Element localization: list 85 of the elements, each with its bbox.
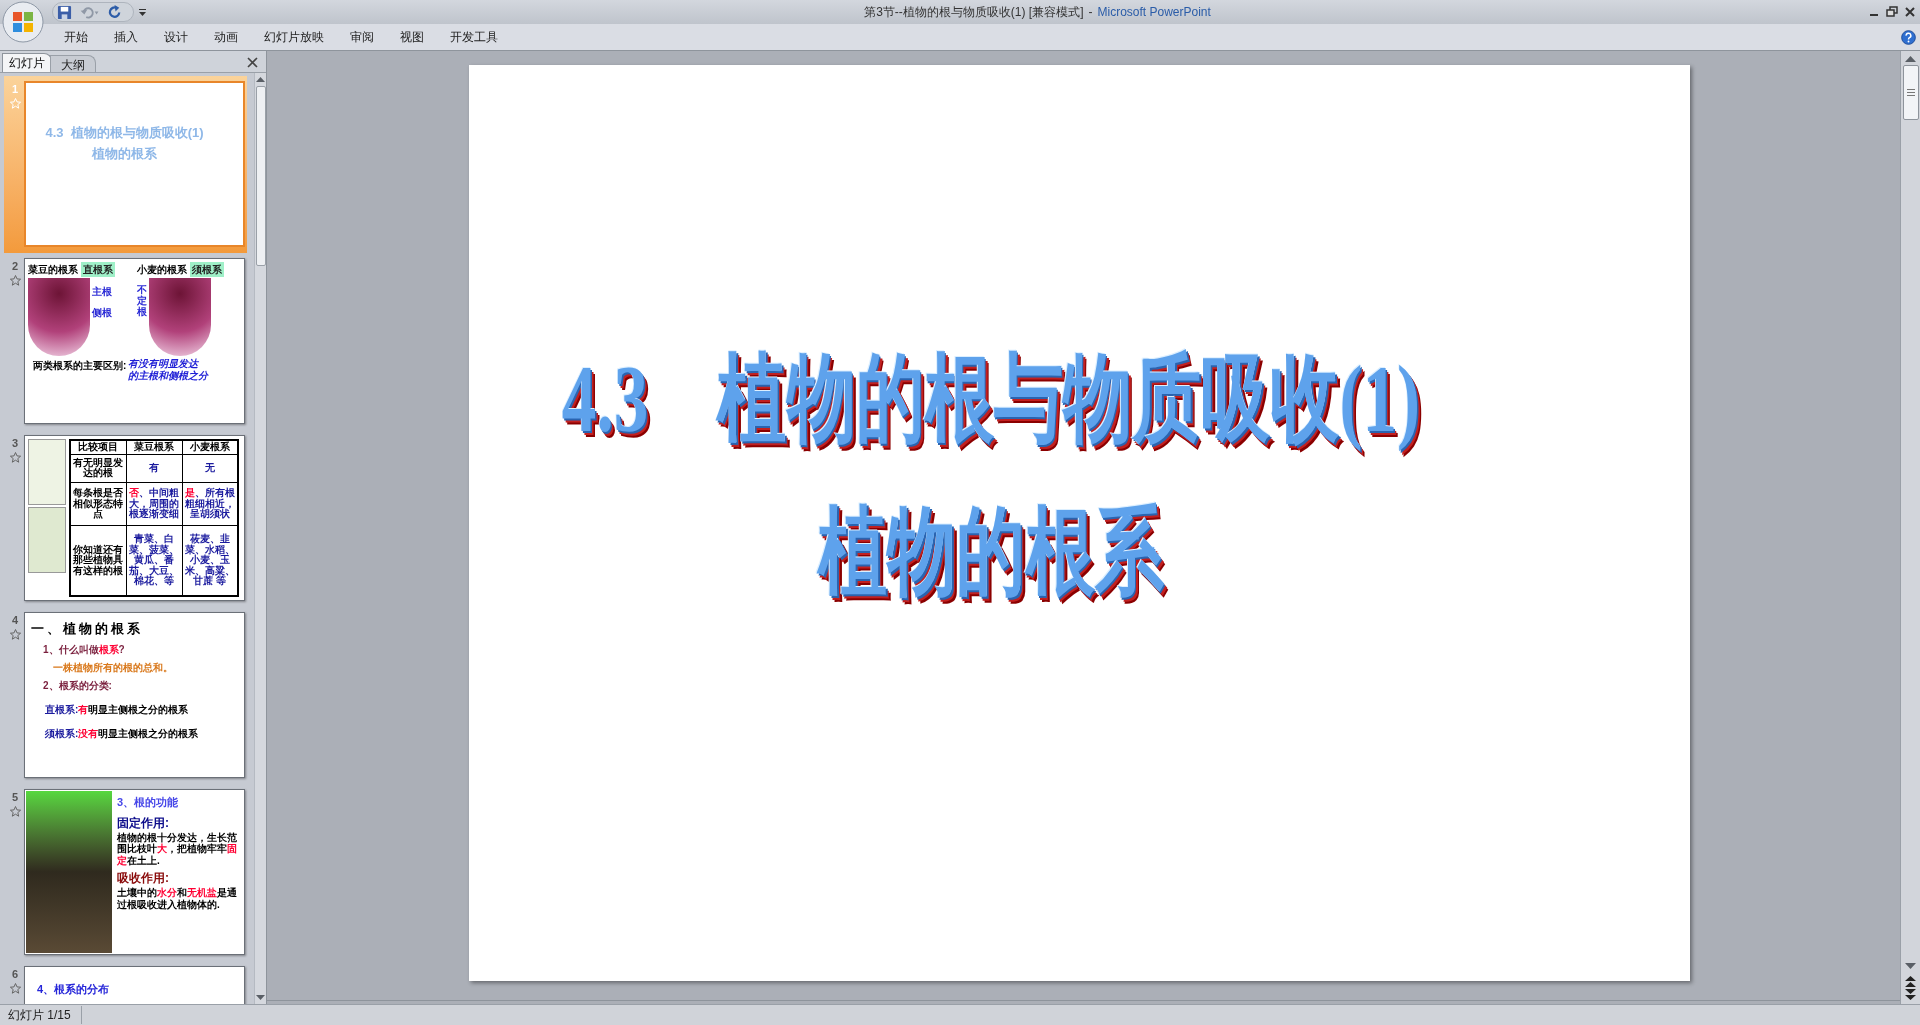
previous-slide-icon[interactable] (1905, 976, 1916, 987)
section-title: 吸收作用: (117, 870, 170, 887)
plant-photo-placeholder (28, 507, 66, 573)
help-icon[interactable] (1901, 29, 1916, 45)
slide-text: 2、根系的分类: (42, 678, 113, 693)
diagram-tag: 须根系 (190, 262, 224, 277)
panel-tab[interactable]: 大纲 (50, 55, 96, 72)
restore-icon[interactable] (1886, 6, 1898, 18)
slide-number: 4 (11, 613, 19, 628)
title-separator: - (1088, 4, 1093, 21)
diagram-label: 侧根 (92, 306, 112, 320)
table-header: 菜豆根系 (126, 440, 182, 454)
redo-icon[interactable] (108, 4, 123, 20)
app-name: Microsoft PowerPoint (1097, 4, 1211, 21)
diagram-caption: 小麦的根系 (137, 263, 187, 277)
scroll-down-arrow-icon[interactable] (256, 995, 265, 1001)
slide-title-text: 4.3 植物的根与物质吸收(1) (45, 124, 204, 142)
save-icon[interactable] (57, 4, 72, 20)
dropdown-icon[interactable] (138, 7, 147, 17)
slide-title: 4.3 植物的根与物质吸收(1) (561, 344, 1420, 454)
slide-heading: 4、根系的分布 (36, 982, 111, 997)
slide-list-item[interactable]: 4 一、植物的根系 1、什么叫做根系? 一株植物所有的根的总和。 2、根系的分类: 直根系:有明显主侧根之分的根系 须根系:没有明显主侧根之分的根系 (4, 607, 247, 784)
ribbon-tab[interactable]: 动画 (202, 26, 250, 48)
summary-text: 有没有明显发达 (128, 358, 200, 370)
panel-tab[interactable]: 幻灯片 (2, 53, 52, 72)
slide-list-item[interactable]: 5 3、根的功能 固定作用: 植物的根十分发达，生长范围比枝叶大，把植物牢牢固定在土上. 吸收作用: 土壤中的水分和无机盐是通过根吸收进入植物体的. (4, 784, 247, 961)
diagram-label: 主根 (92, 285, 112, 299)
star-icon (9, 274, 21, 286)
star-icon (9, 982, 21, 994)
scroll-down-arrow-icon[interactable] (1905, 963, 1916, 970)
vertical-scrollbar[interactable] (254, 73, 266, 1004)
ribbon-tab[interactable]: 开发工具 (438, 26, 510, 48)
summary-text: 的主根和侧根之分 (128, 370, 209, 382)
scrollbar-thumb[interactable] (255, 86, 266, 266)
slide-number: 1 (11, 82, 19, 97)
slide-title-text: 植物的根系 (92, 144, 157, 163)
slide-text: 土壤中的水分和无机盐是通过根吸收进入植物体的. (117, 887, 238, 910)
table-cell: 有 (126, 454, 182, 483)
plant-photo-placeholder (28, 439, 66, 505)
star-icon (9, 628, 21, 640)
vertical-scrollbar[interactable] (1900, 51, 1920, 1004)
slide-number: 2 (11, 259, 19, 274)
slide-text: 一株植物所有的根的总和。 (52, 660, 174, 675)
ribbon-tab[interactable]: 开始 (52, 26, 100, 48)
star-icon (9, 97, 21, 109)
ribbon-tab[interactable]: 幻灯片放映 (252, 26, 336, 48)
diagram-caption: 菜豆的根系 (28, 263, 78, 277)
diagram-tag: 直根系 (81, 262, 115, 277)
table-cell: 青菜、白菜、菠菜、黄瓜、番茄、大豆、棉花、等 (126, 525, 182, 596)
star-icon (9, 451, 21, 463)
table-cell: 你知道还有那些植物具有这样的根 (70, 525, 126, 596)
slide-text: 直根系:有明显主侧根之分的根系 (44, 702, 190, 717)
ribbon-tab[interactable]: 审阅 (338, 26, 386, 48)
slide-number: 6 (11, 967, 19, 982)
star-icon (9, 805, 21, 817)
slide-heading: 一、植物的根系 (31, 620, 144, 638)
ribbon-tab[interactable]: 视图 (388, 26, 436, 48)
table-header: 小麦根系 (182, 440, 238, 454)
slide-list-item[interactable]: 2 菜豆的根系 直根系 主根 侧根 小麦的根系 须根系 不定根 两类根系的主要区别: 有没有明显发达 的主根和侧根之分 (4, 253, 247, 430)
close-icon[interactable] (1904, 6, 1916, 18)
slide-number: 5 (11, 790, 19, 805)
scroll-up-arrow-icon[interactable] (256, 76, 265, 82)
slide-title: 植物的根系 (817, 497, 1164, 608)
slide-heading: 3、根的功能 (117, 795, 180, 810)
slide-text: 须根系:没有明显主侧根之分的根系 (44, 726, 200, 741)
table-cell: 否、中间粗大，周围的根逐渐变细 (126, 482, 182, 526)
table-header: 比较项目 (70, 440, 126, 454)
diagram-label: 不定根 (137, 284, 147, 317)
ribbon-tab[interactable]: 设计 (152, 26, 200, 48)
scrollbar-thumb[interactable] (1902, 65, 1919, 120)
slide-list-item[interactable]: 3 比较项目 菜豆根系 小麦根系 有无明显发达的根 有 无 每条根是否相似形态特点 否、中间粗大，周围的根逐渐变细 是、所有根粗细相近，呈胡须状 你知道还有那些植物具有这样的根 青菜、白菜、菠菜、黄瓜、番茄、大豆、棉花、等 莜麦、韭菜、水稻、小麦、玉米、高粱、甘蔗 等 (4, 430, 247, 607)
close-icon[interactable] (247, 57, 258, 68)
scroll-up-arrow-icon[interactable] (1905, 55, 1916, 62)
table-cell: 每条根是否相似形态特点 (70, 482, 126, 526)
next-slide-icon[interactable] (1905, 989, 1916, 1000)
ribbon-tab[interactable]: 插入 (102, 26, 150, 48)
window-title: 第3节--植物的根与物质吸收(1) [兼容模式] (864, 4, 1084, 21)
slide-text: 植物的根十分发达，生长范围比枝叶大，把植物牢牢固定在土上. (117, 831, 238, 866)
slide-text: 1、什么叫做根系? (42, 642, 126, 657)
slide-indicator: 幻灯片 1/15 (0, 1006, 82, 1024)
slide-number: 3 (11, 436, 19, 451)
summary-label: 两类根系的主要区别: (33, 359, 127, 373)
section-title: 固定作用: (117, 814, 170, 832)
table-cell: 有无明显发达的根 (70, 454, 126, 483)
slide-list-item[interactable]: 6 4、根系的分布 (4, 961, 247, 1004)
